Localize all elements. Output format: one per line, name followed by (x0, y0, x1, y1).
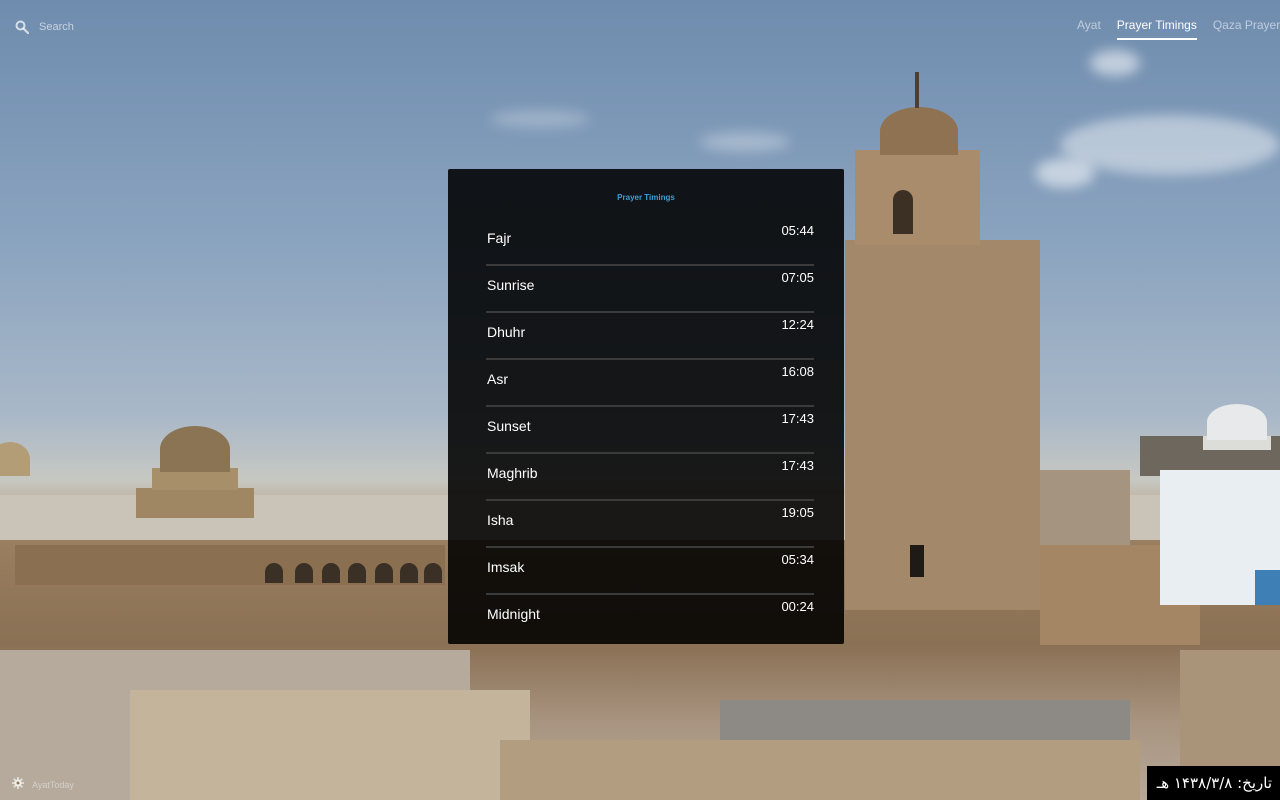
prayer-timings-panel: Prayer Timings Fajr 05:44 Sunrise 07:05 … (448, 169, 844, 644)
gear-icon[interactable] (12, 776, 24, 794)
brand-label: AyatToday (32, 780, 74, 790)
prayer-name: Maghrib (487, 465, 538, 481)
search-input[interactable] (39, 21, 219, 33)
nav-qaza-prayers[interactable]: Qaza Prayers (1213, 18, 1280, 40)
search-bar (15, 20, 219, 34)
prayer-name: Asr (487, 371, 508, 387)
search-icon[interactable] (15, 20, 29, 34)
prayer-name: Midnight (487, 606, 540, 622)
footer-brand-area: AyatToday (12, 776, 74, 794)
prayer-name: Dhuhr (487, 324, 526, 340)
prayer-row-midnight: Midnight 00:24 (486, 595, 814, 640)
prayer-row-isha: Isha 19:05 (486, 501, 814, 548)
nav-ayat[interactable]: Ayat (1077, 18, 1101, 40)
prayer-time: 00:24 (781, 599, 814, 614)
prayer-row-dhuhr: Dhuhr 12:24 (486, 313, 814, 360)
prayer-time: 17:43 (781, 458, 814, 473)
prayer-time: 16:08 (781, 364, 814, 379)
prayer-list: Fajr 05:44 Sunrise 07:05 Dhuhr 12:24 Asr… (486, 219, 814, 640)
prayer-name: Sunrise (487, 277, 535, 293)
prayer-name: Fajr (487, 230, 512, 246)
prayer-row-fajr: Fajr 05:44 (486, 219, 814, 266)
panel-title: Prayer Timings (617, 193, 675, 202)
prayer-row-sunrise: Sunrise 07:05 (486, 266, 814, 313)
prayer-row-maghrib: Maghrib 17:43 (486, 454, 814, 501)
prayer-time: 19:05 (781, 505, 814, 520)
hijri-date: تاریخ: ۱۴۳۸/۳/۸ هـ (1146, 766, 1280, 800)
prayer-time: 12:24 (781, 317, 814, 332)
prayer-time: 07:05 (781, 270, 814, 285)
prayer-time: 17:43 (781, 411, 814, 426)
prayer-name: Sunset (487, 418, 531, 434)
prayer-row-asr: Asr 16:08 (486, 360, 814, 407)
prayer-row-imsak: Imsak 05:34 (486, 548, 814, 595)
top-nav: Ayat Prayer Timings Qaza Prayers (1077, 18, 1280, 40)
nav-prayer-timings[interactable]: Prayer Timings (1116, 18, 1197, 40)
prayer-row-sunset: Sunset 17:43 (486, 407, 814, 454)
prayer-name: Isha (487, 512, 514, 528)
prayer-name: Imsak (487, 559, 525, 575)
prayer-time: 05:34 (781, 552, 814, 567)
prayer-time: 05:44 (781, 223, 814, 238)
